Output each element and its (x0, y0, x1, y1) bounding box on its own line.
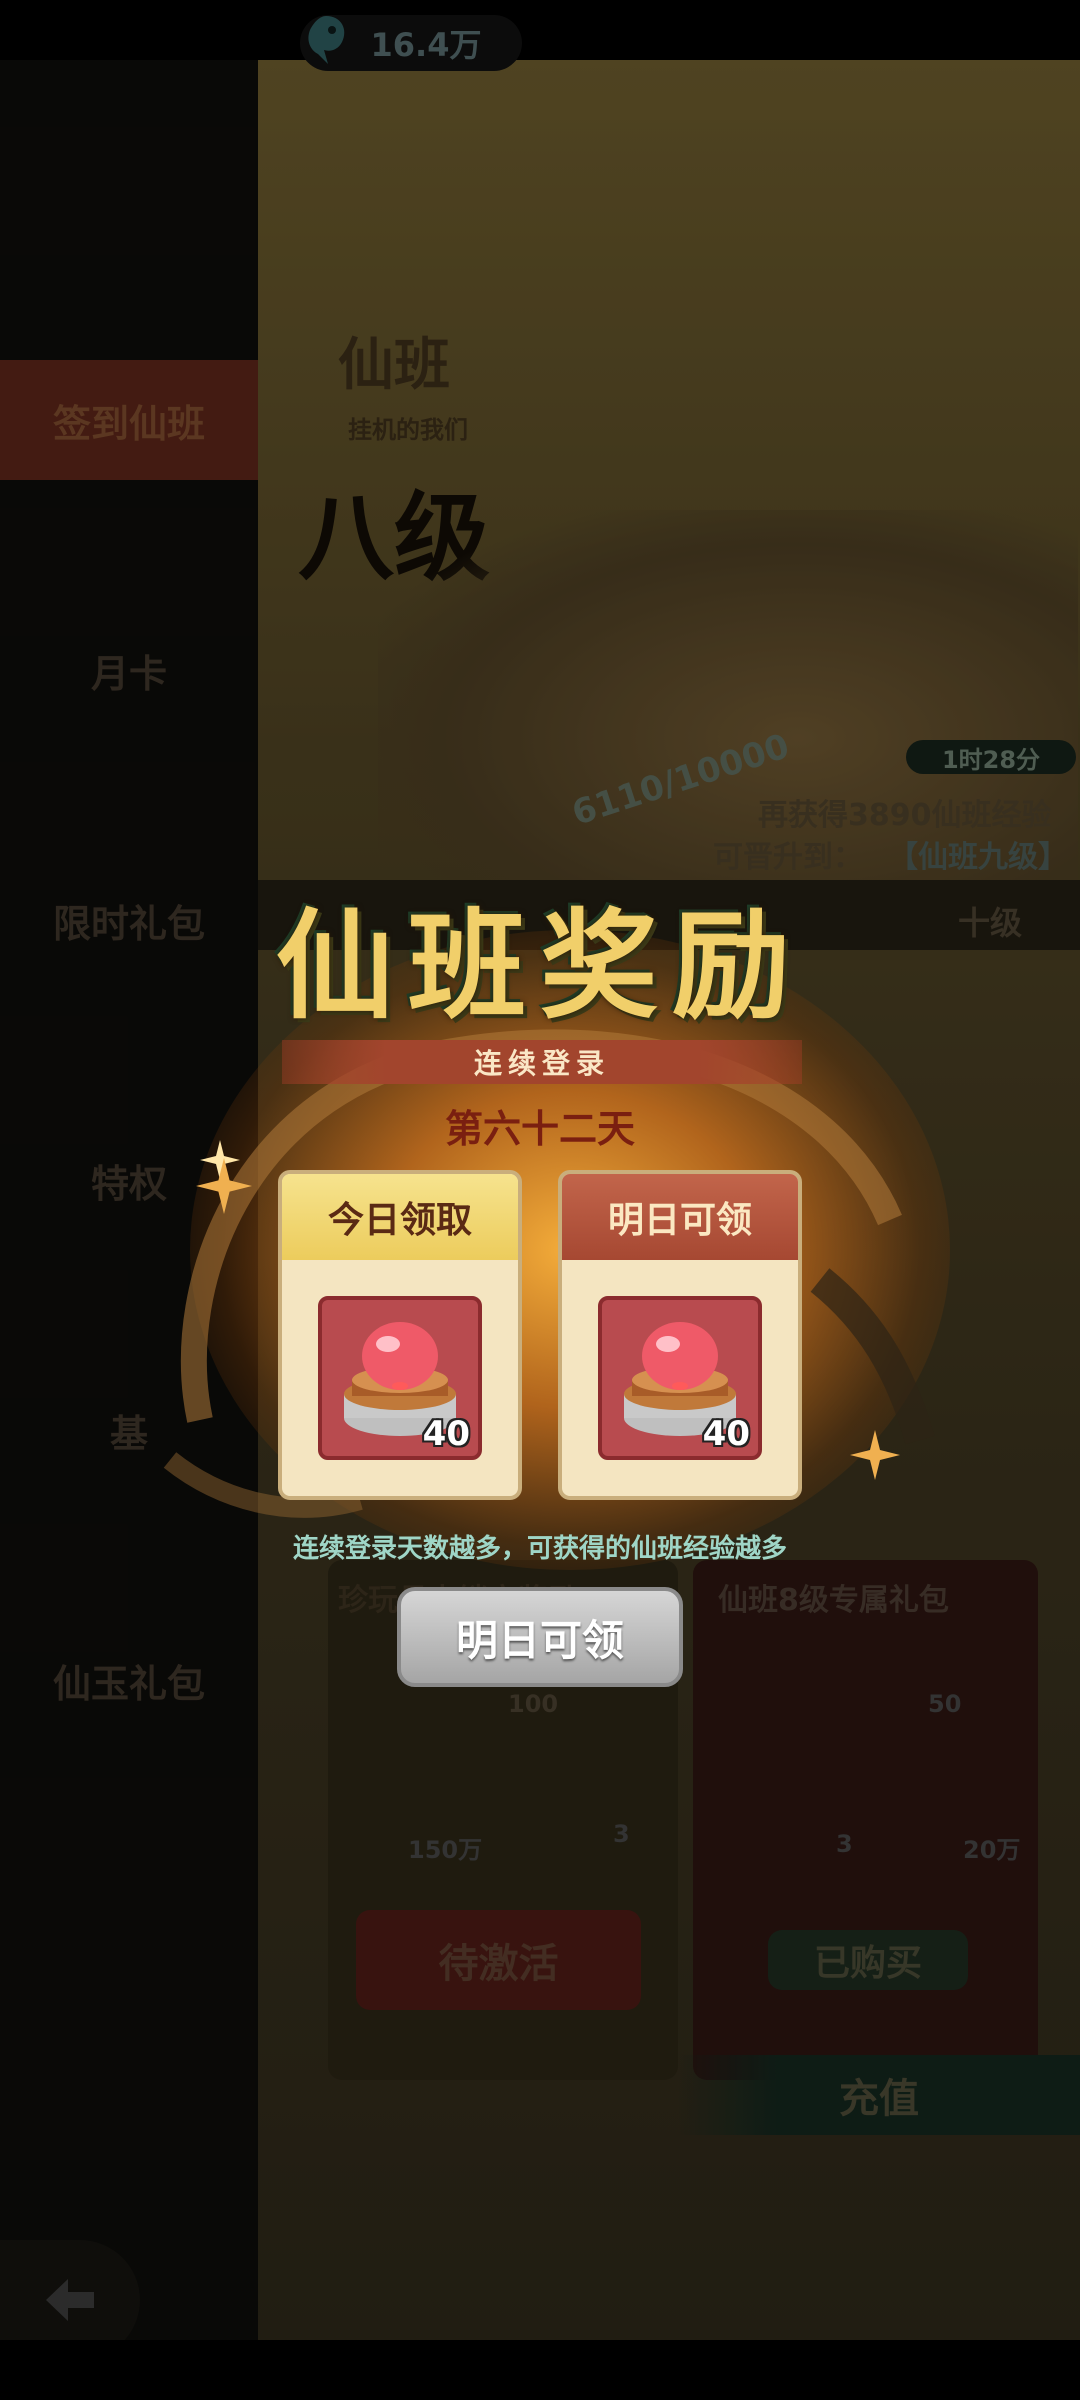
banner-label: 连续登录 (473, 1047, 610, 1080)
claim-tomorrow-button[interactable]: 明日可领 (397, 1587, 683, 1687)
reward-card-tomorrow: 明日可领 40 (558, 1170, 802, 1500)
day-counter: 第六十二天 (444, 1106, 635, 1151)
popup-title: 仙班奖励 (275, 896, 804, 1035)
claim-button-label: 明日可领 (455, 1615, 624, 1665)
reward-item-slot[interactable]: 40 (598, 1296, 762, 1460)
sparkle-icon (850, 1430, 900, 1480)
card-header: 明日可领 (562, 1174, 798, 1260)
card-header: 今日领取 (282, 1174, 518, 1260)
reward-card-today: 今日领取 40 (278, 1170, 522, 1500)
item-count: 40 (422, 1414, 470, 1454)
sparkle-icon (196, 1158, 252, 1214)
login-streak-banner: 连续登录 (282, 1040, 802, 1084)
reward-item-slot[interactable]: 40 (318, 1296, 482, 1460)
item-count: 40 (702, 1414, 750, 1454)
login-hint-text: 连续登录天数越多，可获得的仙班经验越多 (292, 1534, 787, 1564)
